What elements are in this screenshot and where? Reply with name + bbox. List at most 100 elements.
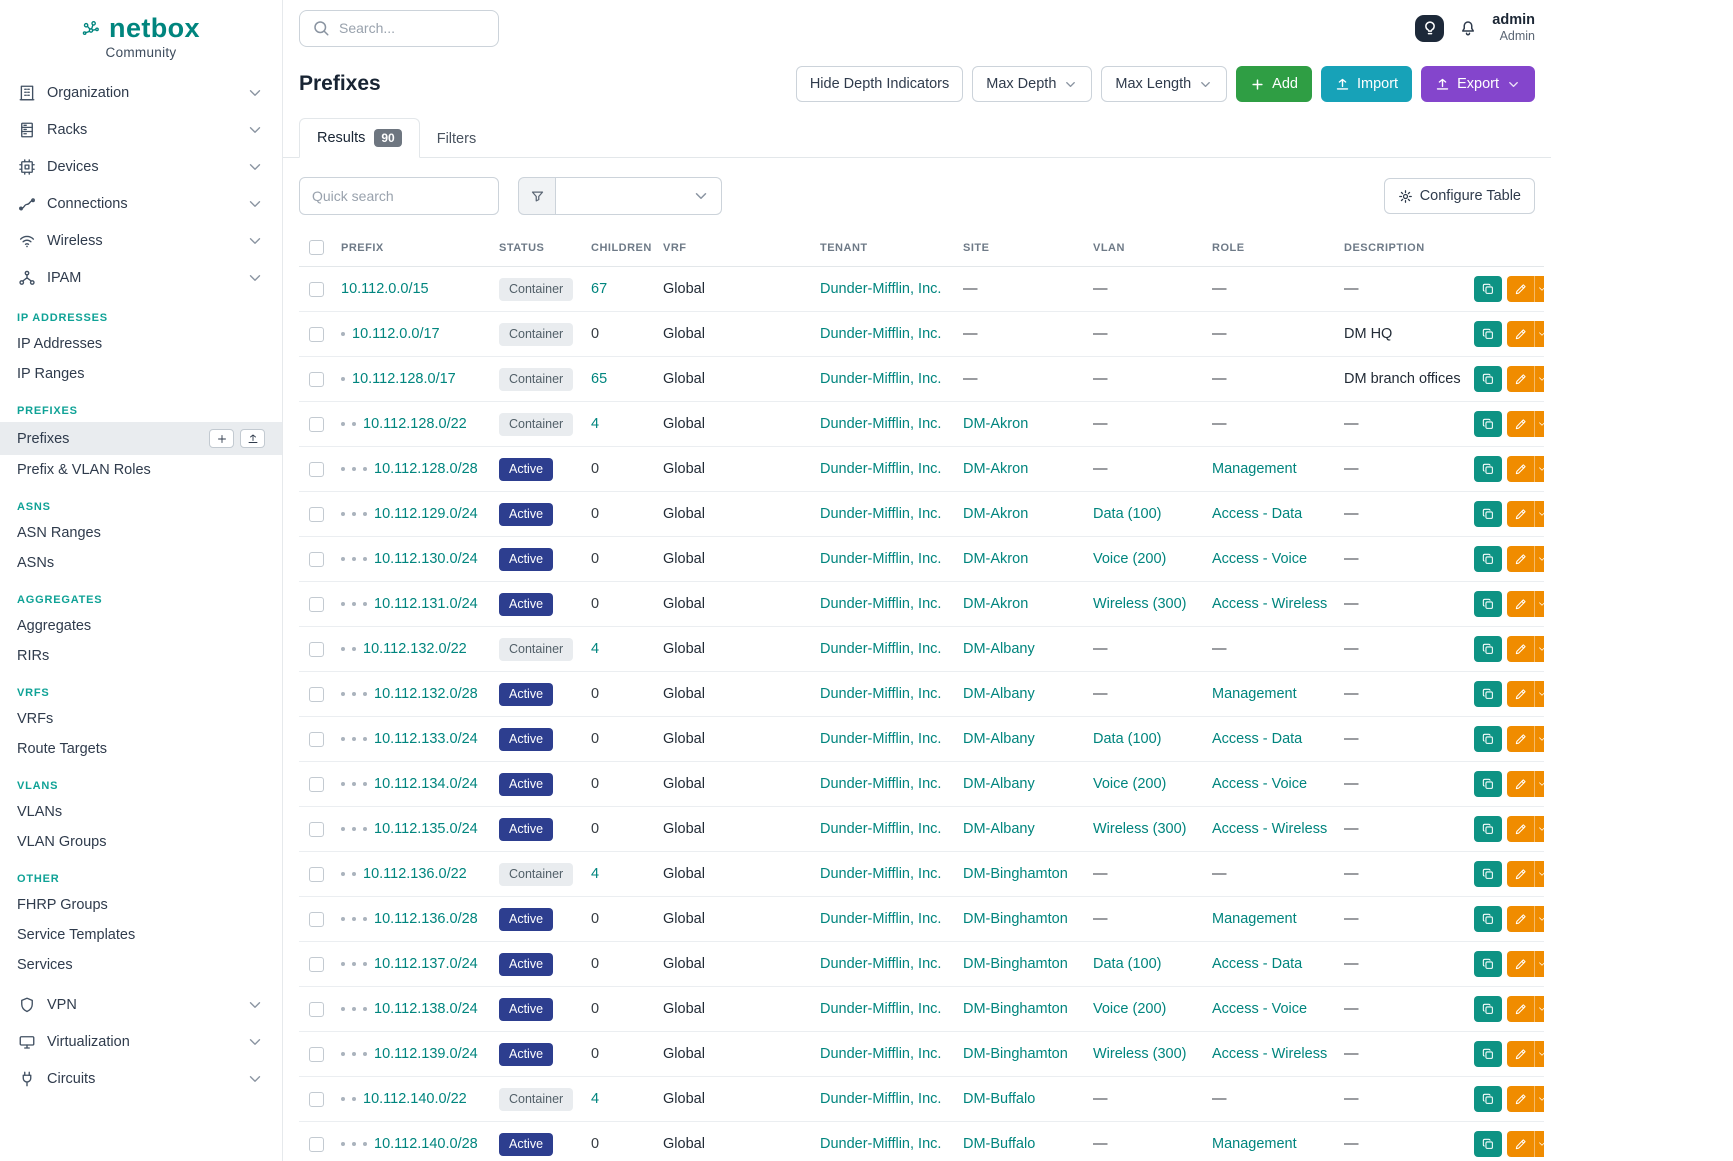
sidebar-item-devices[interactable]: Devices — [0, 148, 282, 185]
select-all-checkbox[interactable] — [309, 240, 324, 255]
saved-filter-select[interactable] — [556, 177, 722, 215]
edit-dropdown-button[interactable] — [1534, 411, 1544, 437]
site-link[interactable]: DM-Akron — [963, 416, 1028, 432]
copy-button[interactable] — [1474, 1086, 1502, 1112]
sidebar-item-services[interactable]: Services — [0, 950, 282, 980]
copy-button[interactable] — [1474, 726, 1502, 752]
edit-button[interactable] — [1507, 1086, 1534, 1112]
column-header-description[interactable]: DESCRIPTION — [1336, 229, 1466, 267]
edit-button[interactable] — [1507, 861, 1534, 887]
edit-button[interactable] — [1507, 1041, 1534, 1067]
row-checkbox[interactable] — [309, 822, 324, 837]
sidebar-item-vlan-groups[interactable]: VLAN Groups — [0, 827, 282, 857]
row-checkbox[interactable] — [309, 282, 324, 297]
sidebar-item-virtualization[interactable]: Virtualization — [0, 1023, 282, 1060]
tenant-link[interactable]: Dunder-Mifflin, Inc. — [820, 281, 941, 297]
edit-button[interactable] — [1507, 366, 1534, 392]
site-link[interactable]: DM-Albany — [963, 776, 1035, 792]
sidebar-item-service-templates[interactable]: Service Templates — [0, 920, 282, 950]
tenant-link[interactable]: Dunder-Mifflin, Inc. — [820, 596, 941, 612]
vlan-link[interactable]: Data (100) — [1093, 506, 1162, 522]
user-menu[interactable]: admin Admin — [1492, 11, 1535, 45]
edit-button[interactable] — [1507, 636, 1534, 662]
edit-dropdown-button[interactable] — [1534, 456, 1544, 482]
edit-dropdown-button[interactable] — [1534, 1041, 1544, 1067]
row-checkbox[interactable] — [309, 462, 324, 477]
copy-button[interactable] — [1474, 771, 1502, 797]
row-checkbox[interactable] — [309, 1002, 324, 1017]
prefix-link[interactable]: 10.112.137.0/24 — [374, 956, 478, 972]
role-link[interactable]: Access - Voice — [1212, 551, 1307, 567]
row-checkbox[interactable] — [309, 327, 324, 342]
role-link[interactable]: Access - Data — [1212, 956, 1302, 972]
sidebar-item-organization[interactable]: Organization — [0, 74, 282, 111]
role-link[interactable]: Access - Data — [1212, 506, 1302, 522]
edit-button[interactable] — [1507, 951, 1534, 977]
copy-button[interactable] — [1474, 366, 1502, 392]
tenant-link[interactable]: Dunder-Mifflin, Inc. — [820, 776, 941, 792]
site-link[interactable]: DM-Akron — [963, 461, 1028, 477]
edit-dropdown-button[interactable] — [1534, 321, 1544, 347]
copy-button[interactable] — [1474, 1131, 1502, 1157]
row-checkbox[interactable] — [309, 687, 324, 702]
edit-button[interactable] — [1507, 771, 1534, 797]
sidebar-item-racks[interactable]: Racks — [0, 111, 282, 148]
prefix-link[interactable]: 10.112.134.0/24 — [374, 776, 478, 792]
tab-filters[interactable]: Filters — [420, 121, 493, 157]
sidebar-item-ipam[interactable]: IPAM — [0, 259, 282, 296]
site-link[interactable]: DM-Binghamton — [963, 1001, 1068, 1017]
row-checkbox[interactable] — [309, 642, 324, 657]
vlan-link[interactable]: Wireless (300) — [1093, 1046, 1186, 1062]
prefix-link[interactable]: 10.112.128.0/28 — [374, 461, 478, 477]
tenant-link[interactable]: Dunder-Mifflin, Inc. — [820, 326, 941, 342]
tenant-link[interactable]: Dunder-Mifflin, Inc. — [820, 1046, 941, 1062]
sidebar-item-asns[interactable]: ASNs — [0, 548, 282, 578]
copy-button[interactable] — [1474, 411, 1502, 437]
column-header-vrf[interactable]: VRF — [655, 229, 812, 267]
prefix-link[interactable]: 10.112.138.0/24 — [374, 1001, 478, 1017]
max-depth-dropdown[interactable]: Max Depth — [972, 66, 1092, 102]
edit-dropdown-button[interactable] — [1534, 276, 1544, 302]
quick-search-input[interactable] — [299, 177, 499, 215]
row-checkbox[interactable] — [309, 1137, 324, 1152]
site-link[interactable]: DM-Albany — [963, 641, 1035, 657]
sidebar-item-circuits[interactable]: Circuits — [0, 1060, 282, 1097]
edit-button[interactable] — [1507, 1131, 1534, 1157]
prefix-link[interactable]: 10.112.0.0/15 — [341, 281, 429, 297]
edit-button[interactable] — [1507, 996, 1534, 1022]
dark-mode-toggle[interactable] — [1415, 15, 1444, 42]
prefix-link[interactable]: 10.112.0.0/17 — [352, 326, 440, 342]
column-header-children[interactable]: CHILDREN — [583, 229, 655, 267]
role-link[interactable]: Management — [1212, 911, 1297, 927]
vlan-link[interactable]: Voice (200) — [1093, 551, 1166, 567]
prefix-link[interactable]: 10.112.131.0/24 — [374, 596, 478, 612]
tenant-link[interactable]: Dunder-Mifflin, Inc. — [820, 1091, 941, 1107]
edit-dropdown-button[interactable] — [1534, 546, 1544, 572]
configure-table-button[interactable]: Configure Table — [1384, 178, 1535, 214]
prefix-link[interactable]: 10.112.135.0/24 — [374, 821, 478, 837]
row-checkbox[interactable] — [309, 912, 324, 927]
column-header-prefix[interactable]: PREFIX — [333, 229, 491, 267]
sidebar-item-ip-addresses[interactable]: IP Addresses — [0, 329, 282, 359]
column-header-tenant[interactable]: TENANT — [812, 229, 955, 267]
role-link[interactable]: Access - Voice — [1212, 1001, 1307, 1017]
role-link[interactable]: Access - Voice — [1212, 776, 1307, 792]
copy-button[interactable] — [1474, 861, 1502, 887]
site-link[interactable]: DM-Albany — [963, 821, 1035, 837]
vlan-link[interactable]: Wireless (300) — [1093, 596, 1186, 612]
import-button[interactable]: Import — [1321, 66, 1412, 102]
edit-button[interactable] — [1507, 411, 1534, 437]
tenant-link[interactable]: Dunder-Mifflin, Inc. — [820, 821, 941, 837]
children-link[interactable]: 67 — [591, 281, 607, 297]
prefix-link[interactable]: 10.112.136.0/22 — [363, 866, 467, 882]
site-link[interactable]: DM-Binghamton — [963, 956, 1068, 972]
row-checkbox[interactable] — [309, 732, 324, 747]
edit-dropdown-button[interactable] — [1534, 501, 1544, 527]
copy-button[interactable] — [1474, 501, 1502, 527]
role-link[interactable]: Access - Wireless — [1212, 821, 1327, 837]
copy-button[interactable] — [1474, 996, 1502, 1022]
sidebar-item-asn-ranges[interactable]: ASN Ranges — [0, 518, 282, 548]
copy-button[interactable] — [1474, 591, 1502, 617]
sidebar-item-prefix-vlan-roles[interactable]: Prefix & VLAN Roles — [0, 455, 282, 485]
sidebar-add-button[interactable] — [209, 429, 234, 448]
